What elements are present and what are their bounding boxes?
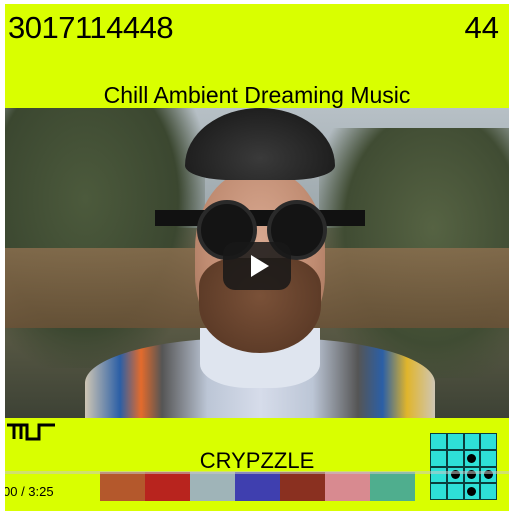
video-thumbnail[interactable]: 3017114448 44 Chill Ambient Dreaming Mus… — [5, 4, 509, 511]
grid-cell — [481, 450, 496, 466]
grid-cell-dot — [464, 450, 480, 466]
grid-cell — [464, 434, 480, 449]
grid-cell — [431, 467, 446, 483]
footer-bar: CRYPZZLE — [5, 418, 509, 511]
color-swatch — [145, 472, 190, 501]
grid-cell — [447, 484, 463, 499]
play-button[interactable] — [223, 242, 291, 290]
color-swatch — [190, 472, 235, 501]
progress-bar[interactable] — [5, 471, 509, 474]
puzzle-grid-icon — [430, 433, 497, 500]
grid-cell — [447, 434, 463, 449]
goggle-strap — [155, 210, 365, 226]
person-hat — [185, 108, 335, 180]
grid-cell — [447, 450, 463, 466]
grid-cell — [431, 450, 446, 466]
grid-cell — [481, 434, 496, 449]
time-label: 00 / 3:25 — [5, 484, 54, 499]
video-frame[interactable] — [5, 108, 509, 418]
brand-logo-icon — [7, 423, 55, 441]
grid-cell — [431, 434, 446, 449]
right-number: 44 — [464, 10, 499, 45]
grid-cell-dot — [447, 467, 463, 483]
color-swatch — [325, 472, 370, 501]
color-swatches — [100, 472, 415, 501]
color-swatch — [280, 472, 325, 501]
grid-cell — [431, 484, 446, 499]
color-swatch — [235, 472, 280, 501]
grid-cell-dot — [464, 484, 480, 499]
color-swatch — [370, 472, 415, 501]
color-swatch — [100, 472, 145, 501]
grid-cell-dot — [481, 467, 496, 483]
counter-number: 3017114448 — [8, 10, 174, 45]
video-title: Chill Ambient Dreaming Music — [103, 82, 411, 108]
grid-cell — [481, 484, 496, 499]
header-bar: 3017114448 44 Chill Ambient Dreaming Mus… — [5, 4, 509, 108]
grid-cell-dot — [464, 467, 480, 483]
